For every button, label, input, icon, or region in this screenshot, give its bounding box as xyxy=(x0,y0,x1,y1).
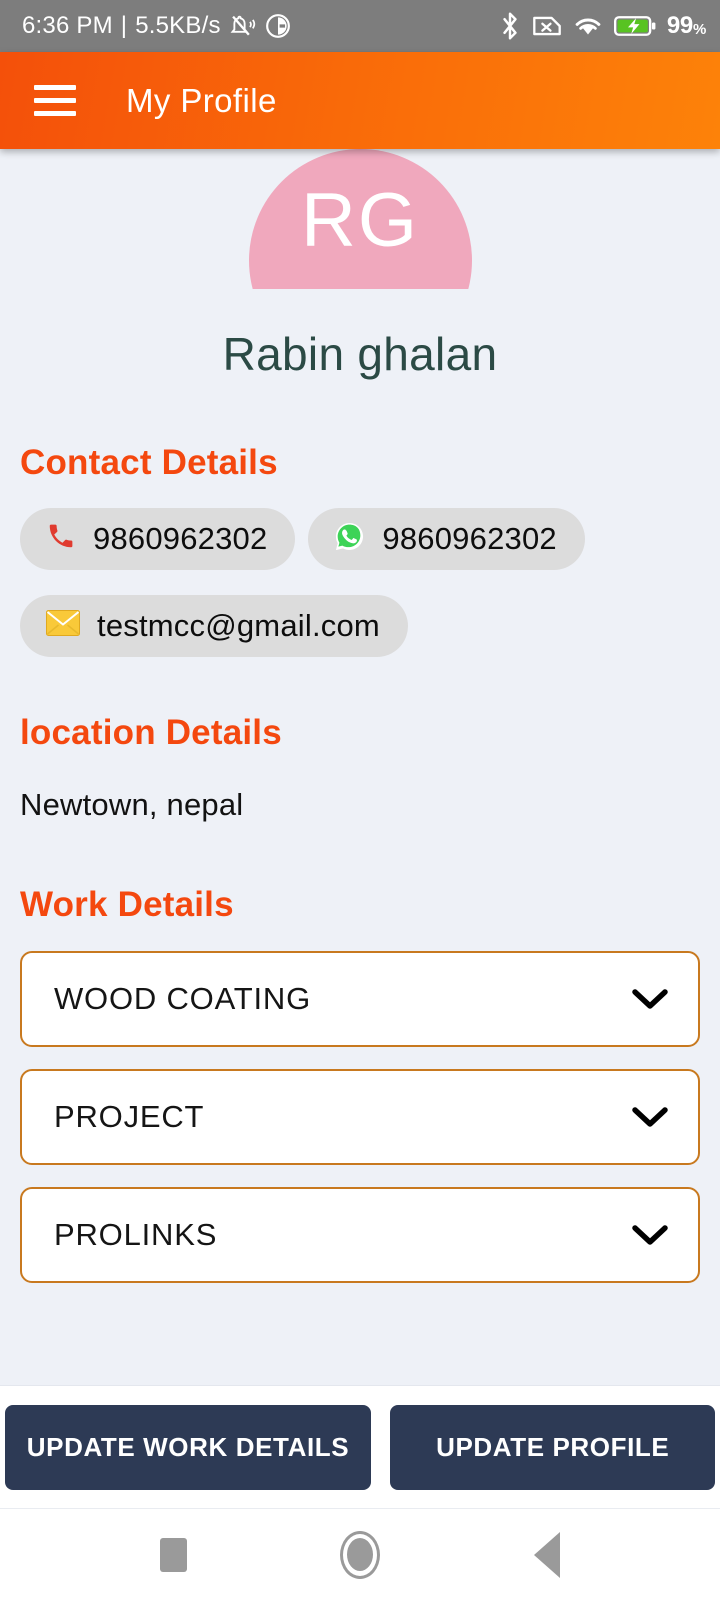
contact-details-heading: Contact Details xyxy=(20,443,278,482)
update-profile-button[interactable]: UPDATE PROFILE xyxy=(390,1404,716,1490)
location-value: Newtown, nepal xyxy=(20,787,244,822)
whatsapp-number: 9860962302 xyxy=(382,521,557,556)
hamburger-line xyxy=(34,98,76,103)
status-time: 6:36 PM xyxy=(22,12,113,39)
update-work-details-button[interactable]: UPDATE WORK DETAILS xyxy=(4,1404,372,1490)
avatar-container: RG xyxy=(0,149,720,289)
whatsapp-chip[interactable]: 9860962302 xyxy=(308,508,585,570)
battery-charging-icon xyxy=(613,16,656,36)
recents-glyph xyxy=(159,1537,187,1572)
work-dropdown-project[interactable]: PROJECT xyxy=(20,1069,700,1165)
whatsapp-icon xyxy=(334,521,365,558)
android-nav-bar xyxy=(0,1508,720,1600)
profile-content: RG Rabin ghalan Contact Details 98609623… xyxy=(0,149,720,1385)
battery-percent: 99% xyxy=(666,12,706,39)
profile-name: Rabin ghalan xyxy=(222,328,498,380)
work-dropdown-prolinks[interactable]: PROLINKS xyxy=(20,1187,700,1283)
home-glyph xyxy=(339,1530,380,1579)
app-bar: My Profile xyxy=(0,52,720,149)
phone-icon xyxy=(46,521,76,557)
work-dropdown-label: PROJECT xyxy=(54,1099,205,1134)
app-screen: 6:36 PM | 5.5KB/s 99% My Profile RG Rabi… xyxy=(0,0,720,1600)
status-bar-left: 6:36 PM | 5.5KB/s xyxy=(22,12,291,40)
wifi-icon xyxy=(575,18,601,35)
phone-chip[interactable]: 9860962302 xyxy=(20,508,296,570)
email-address: testmcc@gmail.com xyxy=(97,608,380,643)
email-icon xyxy=(46,610,80,642)
avatar-initials: RG xyxy=(301,178,419,263)
phone-number: 9860962302 xyxy=(93,521,268,556)
dnd-icon xyxy=(265,14,290,38)
no-sim-icon xyxy=(532,16,561,36)
chevron-down-icon[interactable] xyxy=(632,988,668,1010)
work-dropdown-wood-coating[interactable]: WOOD COATING xyxy=(20,951,700,1047)
status-bar: 6:36 PM | 5.5KB/s 99% xyxy=(0,0,720,52)
hamburger-line xyxy=(34,85,76,90)
back-glyph xyxy=(533,1531,560,1578)
recents-square-icon[interactable] xyxy=(128,1525,218,1585)
home-circle-icon[interactable] xyxy=(315,1525,405,1585)
status-bar-right: 99% xyxy=(499,11,706,41)
chevron-down-icon[interactable] xyxy=(632,1106,668,1128)
contact-chip-row-email: testmcc@gmail.com xyxy=(0,595,720,657)
status-separator: | xyxy=(120,12,128,39)
footer-actions: UPDATE WORK DETAILS UPDATE PROFILE xyxy=(0,1385,720,1508)
silent-mode-icon xyxy=(230,15,255,36)
status-network-speed: 5.5KB/s xyxy=(135,12,221,39)
home-inner-dot xyxy=(346,1538,373,1571)
chevron-down-icon[interactable] xyxy=(632,1224,668,1246)
page-title: My Profile xyxy=(126,81,277,119)
bluetooth-icon xyxy=(503,12,517,40)
work-details-heading: Work Details xyxy=(20,885,234,924)
contact-chip-row-primary: 9860962302 9860962302 xyxy=(0,508,720,570)
hamburger-line xyxy=(34,111,76,116)
email-chip[interactable]: testmcc@gmail.com xyxy=(20,595,408,657)
work-dropdown-label: PROLINKS xyxy=(54,1217,218,1252)
location-details-heading: location Details xyxy=(20,713,282,752)
work-dropdown-label: WOOD COATING xyxy=(54,981,312,1016)
hamburger-menu-icon[interactable] xyxy=(34,85,76,116)
work-details-list: WOOD COATING PROJECT PROLINKS xyxy=(0,951,720,1283)
back-triangle-icon[interactable] xyxy=(502,1525,592,1585)
avatar: RG xyxy=(248,149,472,289)
